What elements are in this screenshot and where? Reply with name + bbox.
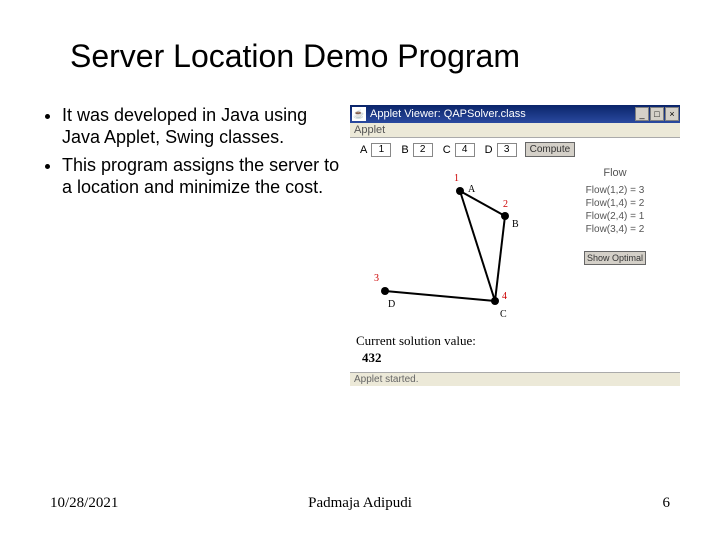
graph-canvas: 1 A 2 B 3 D 4 C: [350, 161, 550, 331]
node-number: 3: [374, 273, 379, 284]
input-row: A B C D Compute: [350, 138, 680, 161]
graph-node: [381, 287, 389, 295]
bullet-item: This program assigns the server to a loc…: [62, 155, 340, 199]
solution-label: Current solution value:: [350, 331, 680, 350]
flow-line: Flow(2,4) = 1: [552, 211, 678, 222]
input-d[interactable]: [497, 143, 517, 157]
compute-button[interactable]: Compute: [525, 142, 576, 157]
footer-page-number: 6: [663, 495, 671, 512]
flow-line: Flow(1,2) = 3: [552, 185, 678, 196]
node-letter: A: [468, 184, 475, 195]
bullet-column: It was developed in Java using Java Appl…: [40, 105, 340, 386]
input-label-b: B: [401, 144, 408, 156]
show-optimal-button[interactable]: Show Optimal: [584, 251, 646, 265]
window-title: Applet Viewer: QAPSolver.class: [370, 108, 526, 120]
graph-node: [491, 297, 499, 305]
input-a[interactable]: [371, 143, 391, 157]
flow-header: Flow: [552, 167, 678, 179]
bullet-item: It was developed in Java using Java Appl…: [62, 105, 340, 149]
node-number: 1: [454, 173, 459, 184]
minimize-button[interactable]: _: [635, 107, 649, 121]
graph-node: [456, 187, 464, 195]
footer-date: 10/28/2021: [50, 495, 118, 512]
maximize-button[interactable]: □: [650, 107, 664, 121]
node-letter: B: [512, 219, 519, 230]
node-number: 4: [502, 291, 507, 302]
window-titlebar: ☕ Applet Viewer: QAPSolver.class _ □ ×: [350, 105, 680, 123]
node-letter: D: [388, 299, 395, 310]
solution-value: 432: [350, 350, 680, 372]
java-icon: ☕: [352, 107, 366, 121]
input-b[interactable]: [413, 143, 433, 157]
flow-line: Flow(1,4) = 2: [552, 198, 678, 209]
status-bar: Applet started.: [350, 372, 680, 386]
input-label-c: C: [443, 144, 451, 156]
flow-line: Flow(3,4) = 2: [552, 224, 678, 235]
node-letter: C: [500, 309, 507, 320]
input-c[interactable]: [455, 143, 475, 157]
close-button[interactable]: ×: [665, 107, 679, 121]
graph-edges: [350, 161, 550, 331]
menu-bar[interactable]: Applet: [350, 123, 680, 138]
slide-footer: 10/28/2021 Padmaja Adipudi 6: [0, 495, 720, 512]
input-label-d: D: [485, 144, 493, 156]
input-label-a: A: [360, 144, 367, 156]
slide-title: Server Location Demo Program: [70, 38, 680, 75]
applet-window: ☕ Applet Viewer: QAPSolver.class _ □ × A…: [350, 105, 680, 386]
flow-panel: Flow Flow(1,2) = 3 Flow(1,4) = 2 Flow(2,…: [550, 161, 680, 331]
graph-node: [501, 212, 509, 220]
node-number: 2: [503, 199, 508, 210]
